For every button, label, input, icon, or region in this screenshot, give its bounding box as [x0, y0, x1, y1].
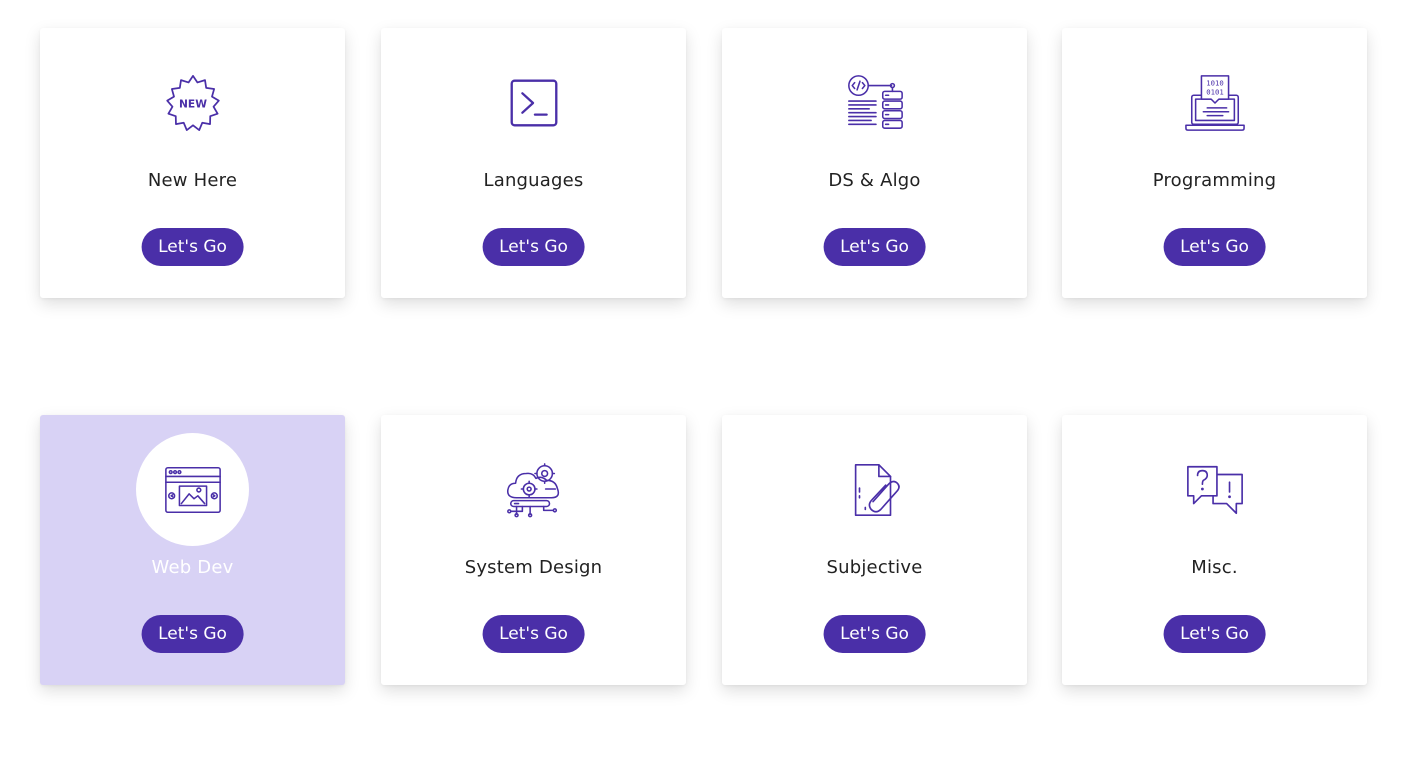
category-grid: NEW New Here Let's Go Languages Let's Go	[0, 0, 1422, 767]
svg-text:NEW: NEW	[179, 97, 207, 110]
code-server-icon	[847, 74, 903, 129]
cloud-gears-icon	[506, 462, 559, 517]
lets-go-button[interactable]: Let's Go	[482, 228, 585, 266]
icon-container	[818, 433, 931, 546]
lets-go-button[interactable]: Let's Go	[823, 228, 926, 266]
card-misc[interactable]: Misc. Let's Go	[1062, 415, 1367, 685]
terminal-icon	[510, 79, 557, 126]
card-title: DS & Algo	[828, 170, 921, 191]
icon-container	[818, 46, 931, 159]
card-subjective[interactable]: Subjective Let's Go	[722, 415, 1027, 685]
document-attachment-icon	[854, 463, 900, 516]
card-programming[interactable]: 1010 0101 Programming Let's Go	[1062, 28, 1367, 298]
card-title: New Here	[147, 170, 238, 191]
lets-go-button[interactable]: Let's Go	[141, 615, 244, 653]
card-title: Web Dev	[151, 557, 234, 578]
lets-go-button[interactable]: Let's Go	[1163, 615, 1266, 653]
card-title: Languages	[483, 170, 584, 191]
question-chat-icon	[1186, 465, 1243, 514]
icon-container	[477, 46, 590, 159]
card-web-dev[interactable]: Web Dev Let's Go	[40, 415, 345, 685]
lets-go-button[interactable]: Let's Go	[482, 615, 585, 653]
card-title: Subjective	[826, 557, 923, 578]
icon-container	[477, 433, 590, 546]
lets-go-button[interactable]: Let's Go	[1163, 228, 1266, 266]
icon-container: NEW	[136, 46, 249, 159]
svg-text:1010: 1010	[1206, 78, 1223, 87]
browser-image-icon	[164, 466, 221, 513]
card-system-design[interactable]: System Design Let's Go	[381, 415, 686, 685]
card-new-here[interactable]: NEW New Here Let's Go	[40, 28, 345, 298]
new-badge-icon: NEW	[165, 74, 220, 131]
card-title: Misc.	[1191, 557, 1238, 578]
laptop-binary-icon: 1010 0101	[1184, 74, 1245, 131]
icon-container: 1010 0101	[1158, 46, 1271, 159]
card-title: Programming	[1152, 170, 1277, 191]
lets-go-button[interactable]: Let's Go	[141, 228, 244, 266]
card-title: System Design	[464, 557, 603, 578]
icon-container	[1158, 433, 1271, 546]
card-languages[interactable]: Languages Let's Go	[381, 28, 686, 298]
lets-go-button[interactable]: Let's Go	[823, 615, 926, 653]
card-ds-algo[interactable]: DS & Algo Let's Go	[722, 28, 1027, 298]
svg-text:0101: 0101	[1206, 87, 1223, 96]
icon-container	[136, 433, 249, 546]
